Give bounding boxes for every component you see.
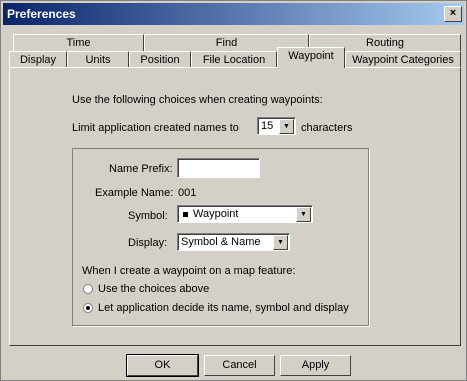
apply-button[interactable]: Apply: [280, 355, 351, 376]
ok-button[interactable]: OK: [126, 354, 199, 377]
tab-waypoint-categories[interactable]: Waypoint Categories: [345, 51, 461, 68]
chevron-down-icon[interactable]: ▼: [279, 119, 294, 134]
example-name-value: 001: [178, 187, 197, 199]
tab-units[interactable]: Units: [67, 51, 129, 68]
limit-suffix: characters: [301, 122, 353, 134]
name-length-select[interactable]: 15 ▼: [257, 117, 296, 135]
chevron-down-icon[interactable]: ▼: [273, 235, 288, 250]
symbol-value: Waypoint: [193, 208, 239, 220]
tab-time[interactable]: Time: [13, 34, 144, 51]
radio-let-application-decide[interactable]: [83, 303, 93, 313]
radio-use-choices-label[interactable]: Use the choices above: [98, 283, 209, 295]
name-length-value: 15: [261, 120, 274, 132]
intro-text: Use the following choices when creating …: [72, 94, 323, 106]
name-prefix-label: Name Prefix:: [109, 163, 173, 175]
window-title: Preferences: [7, 7, 76, 21]
display-label: Display:: [128, 237, 168, 249]
title-bar: Preferences ×: [3, 3, 464, 25]
tab-waypoint[interactable]: Waypoint: [277, 47, 345, 68]
limit-label: Limit application created names to: [72, 122, 239, 134]
display-value: Symbol & Name: [181, 236, 261, 248]
symbol-select[interactable]: Waypoint ▼: [177, 205, 313, 223]
close-button[interactable]: ×: [444, 6, 462, 22]
example-name-label: Example Name:: [95, 187, 174, 199]
cancel-button[interactable]: Cancel: [204, 355, 275, 376]
tab-file-location[interactable]: File Location: [191, 51, 277, 68]
name-prefix-input[interactable]: [177, 158, 260, 178]
symbol-label: Symbol:: [128, 210, 168, 222]
chevron-down-icon[interactable]: ▼: [296, 207, 311, 222]
display-select[interactable]: Symbol & Name ▼: [177, 233, 290, 251]
waypoint-symbol-icon: [183, 211, 188, 217]
tab-position[interactable]: Position: [129, 51, 191, 68]
feature-label: When I create a waypoint on a map featur…: [82, 265, 296, 277]
preferences-window: Preferences × Time Find Routing Display …: [0, 0, 467, 381]
radio-let-application-decide-label[interactable]: Let application decide its name, symbol …: [98, 302, 349, 314]
radio-use-choices[interactable]: [83, 284, 93, 294]
tab-display[interactable]: Display: [9, 51, 67, 68]
